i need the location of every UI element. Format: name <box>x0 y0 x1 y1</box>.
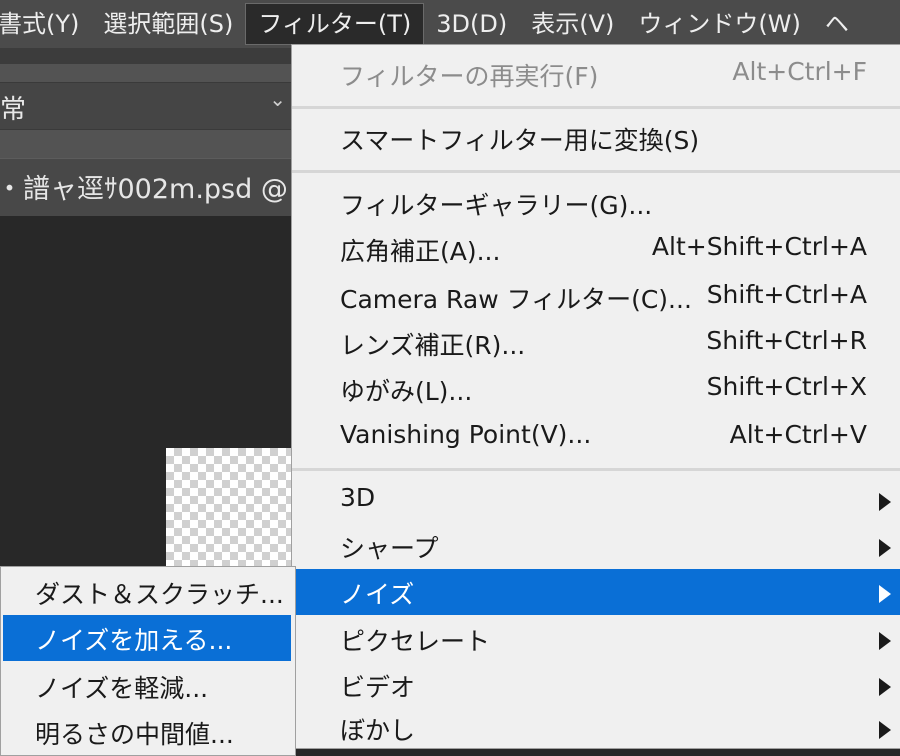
menu-separator <box>292 468 900 471</box>
chevron-down-icon: ⌄ <box>269 87 286 111</box>
menu-window[interactable]: ウィンドウ(W) <box>626 0 812 48</box>
submenu-arrow-icon <box>879 721 891 739</box>
submenu-item-add-noise[interactable]: ノイズを加える... <box>3 615 291 661</box>
menu-item-convert-smart-filter[interactable]: スマートフィルター用に変換(S) <box>292 115 900 161</box>
menu-separator <box>292 170 900 173</box>
menu-item-vanishing-point[interactable]: Vanishing Point(V)... Alt+Ctrl+V <box>292 414 900 460</box>
menu-item-noise[interactable]: ノイズ <box>292 569 900 615</box>
menu-format[interactable]: 書式(Y) <box>0 0 91 48</box>
menu-bar: 書式(Y) 選択範囲(S) フィルター(T) 3D(D) 表示(V) ウィンドウ… <box>0 0 900 48</box>
menu-item-filter-reapply: フィルターの再実行(F) Alt+Ctrl+F <box>340 57 867 91</box>
submenu-arrow-icon <box>879 539 891 557</box>
transparent-layer-checkerboard <box>166 448 292 568</box>
options-bar-strip <box>0 48 292 64</box>
menu-separator <box>292 106 900 109</box>
document-tab-title: ・譜ャ逕ｻ002m.psd @ 2 <box>0 174 314 205</box>
submenu-arrow-icon <box>879 632 891 650</box>
submenu-item-dust-and-scratches[interactable]: ダスト＆スクラッチ... <box>1 569 291 615</box>
menu-item-video[interactable]: ビデオ <box>292 662 900 708</box>
menu-item-sharpen[interactable]: シャープ <box>292 523 900 569</box>
noise-submenu: ダスト＆スクラッチ... ノイズを加える... ノイズを軽減... 明るさの中間… <box>0 566 296 756</box>
menu-item-camera-raw-filter[interactable]: Camera Raw フィルター(C)... Shift+Ctrl+A <box>292 274 900 320</box>
menu-item-liquify[interactable]: ゆがみ(L)... Shift+Ctrl+X <box>292 366 900 412</box>
menu-select[interactable]: 選択範囲(S) <box>91 0 245 48</box>
menu-item-lens-correction[interactable]: レンズ補正(R)... Shift+Ctrl+R <box>292 320 900 366</box>
submenu-arrow-icon <box>879 493 891 511</box>
submenu-arrow-icon <box>879 678 891 696</box>
menu-view[interactable]: 表示(V) <box>519 0 626 48</box>
menu-help[interactable]: ヘ <box>813 0 861 48</box>
menu-item-pixelate[interactable]: ピクセレート <box>292 616 900 662</box>
blend-mode-value: 常 <box>0 95 27 125</box>
menu-item-adaptive-wide-angle[interactable]: 広角補正(A)... Alt+Shift+Ctrl+A <box>292 226 900 272</box>
menu-item-filter-gallery[interactable]: フィルターギャラリー(G)... <box>292 180 900 226</box>
menu-filter[interactable]: フィルター(T) <box>245 3 425 45</box>
filter-menu: フィルターの再実行(F) Alt+Ctrl+F スマートフィルター用に変換(S)… <box>291 44 900 749</box>
submenu-item-reduce-noise[interactable]: ノイズを軽減... <box>1 663 291 709</box>
submenu-arrow-icon <box>879 585 891 603</box>
submenu-item-median[interactable]: 明るさの中間値... <box>1 709 291 755</box>
menu-item-blur[interactable]: ぼかし <box>292 705 900 751</box>
menu-item-3d[interactable]: 3D <box>292 477 900 523</box>
blend-mode-dropdown[interactable]: 常 ⌄ <box>0 82 292 130</box>
menu-3d[interactable]: 3D(D) <box>424 0 519 48</box>
options-bar: 常 ⌄ <box>0 64 292 158</box>
document-tab[interactable]: ・譜ャ逕ｻ002m.psd @ 2 <box>0 158 314 216</box>
